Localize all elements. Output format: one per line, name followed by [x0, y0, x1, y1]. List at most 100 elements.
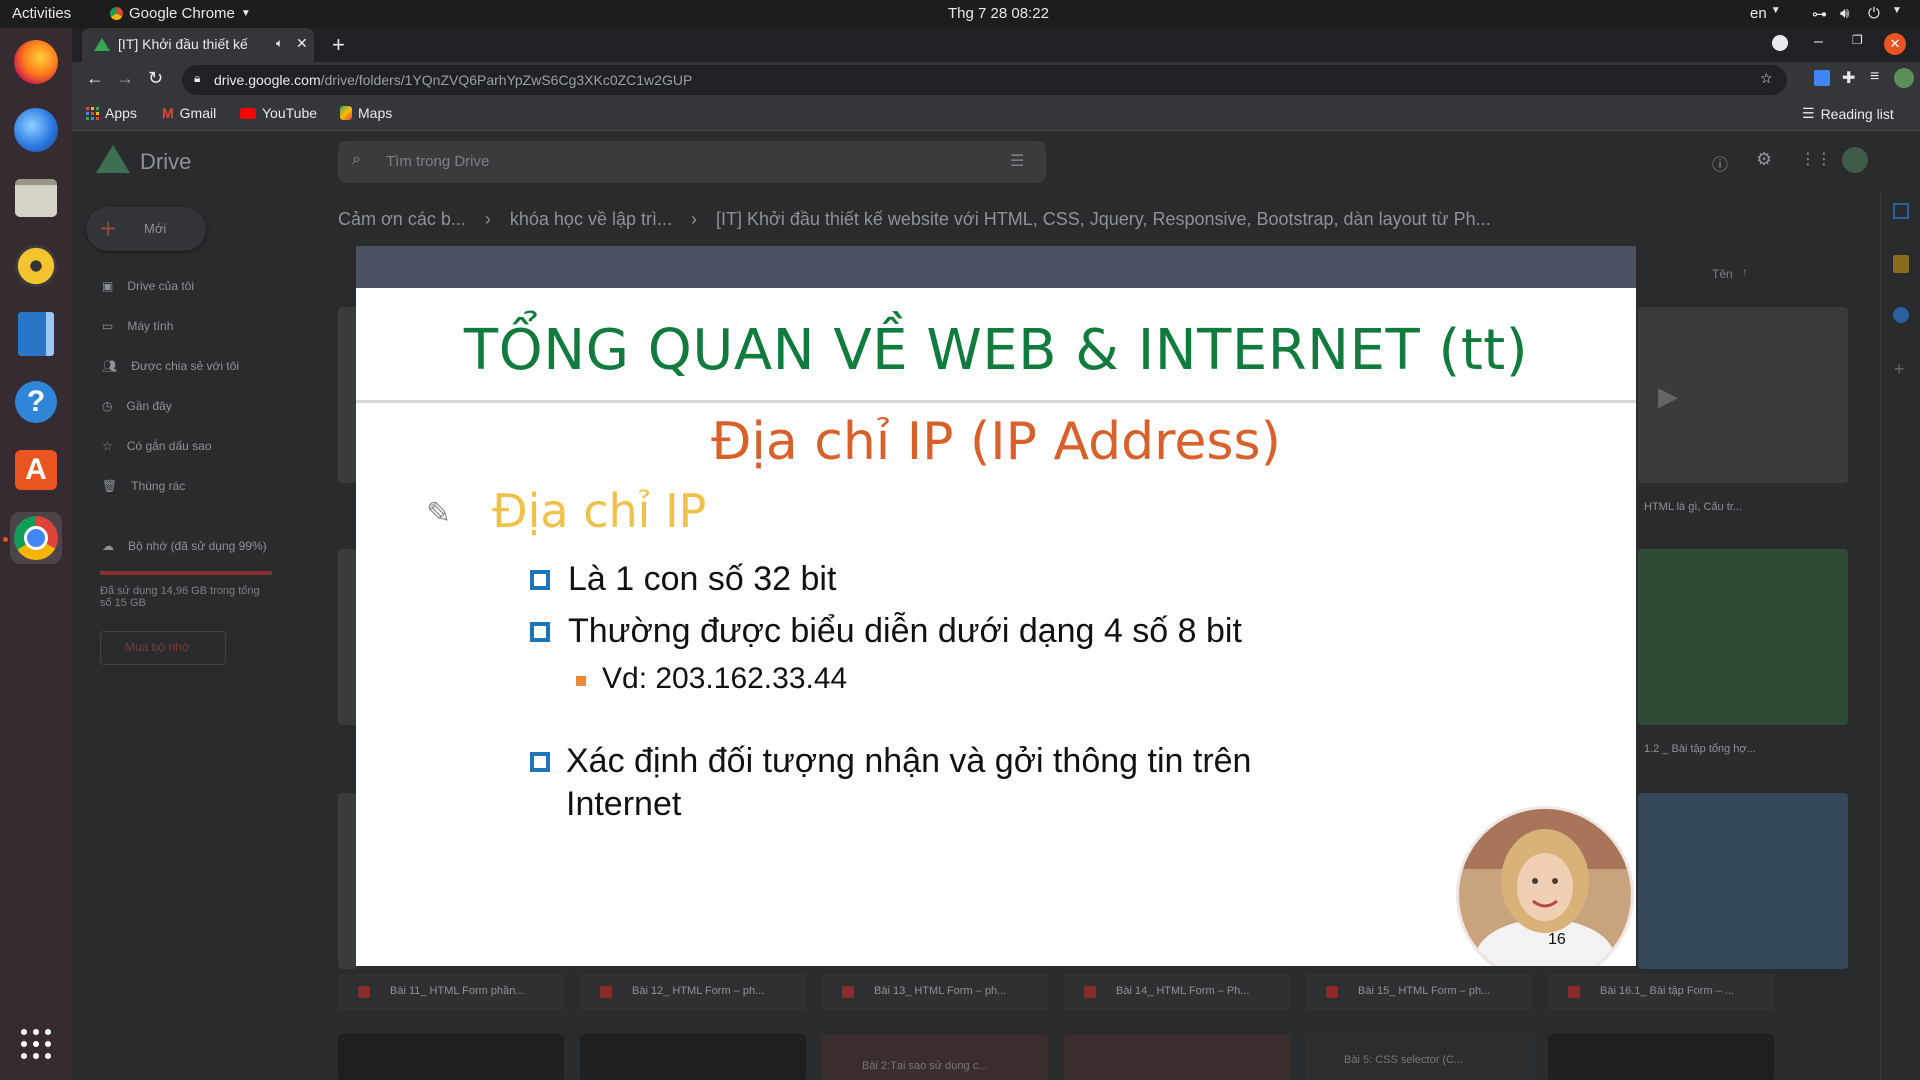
- activities-button[interactable]: Activities: [12, 5, 71, 22]
- breadcrumb: Cảm ơn các b... › khóa học về lập trì...…: [338, 209, 1538, 230]
- chevron-right-icon: ›: [484, 209, 491, 229]
- tab-strip: [IT] Khởi đầu thiết kế 🔈︎ ✕ + – ❐ ✕: [72, 28, 1920, 62]
- bookmark-apps[interactable]: Apps: [86, 105, 137, 121]
- nav-storage[interactable]: ☁ Bộ nhớ (đã sử dụng 99%): [102, 539, 267, 553]
- file-thumbnail[interactable]: [1548, 1034, 1774, 1080]
- translate-extension-icon[interactable]: [1814, 70, 1830, 86]
- chrome-icon[interactable]: [10, 512, 62, 564]
- sub-bullet-square-icon: [576, 676, 586, 686]
- nav-shared-with-me[interactable]: 👥︎ Được chia sẻ với tôi: [102, 359, 239, 373]
- file-thumbnail[interactable]: [1638, 549, 1848, 725]
- back-button[interactable]: ←: [86, 68, 104, 89]
- browser-toolbar: ← → ↻ 🔒︎ drive.google.com/drive/folders/…: [72, 62, 1920, 98]
- close-window-button[interactable]: ✕: [1884, 33, 1906, 55]
- network-icon[interactable]: ⊶: [1812, 5, 1827, 23]
- forward-button[interactable]: →: [116, 68, 134, 89]
- breadcrumb-item-current[interactable]: [IT] Khởi đầu thiết kế website với HTML,…: [716, 209, 1491, 229]
- address-bar[interactable]: 🔒︎ drive.google.com/drive/folders/1YQnZV…: [182, 65, 1787, 95]
- sort-arrow-up-icon[interactable]: ↑: [1742, 265, 1748, 279]
- app-menu[interactable]: Google Chrome ▼: [110, 5, 251, 22]
- search-options-icon[interactable]: ☰: [1010, 151, 1024, 171]
- file-caption[interactable]: HTML là gì, Cấu tr...: [1644, 501, 1742, 513]
- nav-label: Bộ nhớ (đã sử dụng 99%): [128, 539, 267, 553]
- show-applications-icon[interactable]: [10, 1018, 62, 1070]
- url-text: drive.google.com/drive/folders/1YQnZVQ6P…: [214, 72, 692, 88]
- calendar-icon[interactable]: [1893, 203, 1909, 219]
- file-thumbnail[interactable]: [338, 307, 358, 483]
- bookmark-youtube[interactable]: YouTube: [240, 105, 317, 121]
- file-thumbnail[interactable]: Bài 2:Tại sao sử dụng c...: [822, 1034, 1048, 1080]
- minimize-button[interactable]: –: [1814, 33, 1823, 51]
- bookmark-star-icon[interactable]: ☆: [1760, 70, 1773, 87]
- clock-icon: ◷: [102, 399, 113, 413]
- breadcrumb-item[interactable]: Cảm ơn các b...: [338, 209, 466, 229]
- media-control-icon[interactable]: ≡: [1870, 68, 1879, 86]
- tab-drive-folder[interactable]: [IT] Khởi đầu thiết kế 🔈︎ ✕: [82, 28, 314, 62]
- software-center-icon[interactable]: A: [10, 444, 62, 496]
- file-thumbnail[interactable]: [1064, 1034, 1290, 1080]
- add-addon-icon[interactable]: +: [1894, 359, 1905, 380]
- new-tab-button[interactable]: +: [332, 32, 345, 58]
- rhythmbox-icon[interactable]: [10, 240, 62, 292]
- nav-computers[interactable]: ▭ Máy tính: [102, 319, 173, 333]
- pencil-icon: ✎: [426, 497, 452, 530]
- nav-trash[interactable]: 🗑︎ Thùng rác: [102, 479, 185, 493]
- file-caption: Bài 15_ HTML Form – ph...: [1358, 985, 1491, 997]
- libreoffice-writer-icon[interactable]: [10, 308, 62, 360]
- file-card[interactable]: Bài 15_ HTML Form – ph...: [1306, 974, 1532, 1010]
- cloud-icon: ☁: [102, 539, 114, 553]
- dock: ? A: [0, 28, 72, 1080]
- bookmark-maps[interactable]: Maps: [340, 105, 392, 121]
- file-thumbnail[interactable]: [1638, 793, 1848, 969]
- apps-launcher-icon[interactable]: ⋮⋮: [1800, 149, 1832, 169]
- file-card[interactable]: Bài 11_ HTML Form phần...: [338, 974, 564, 1010]
- reading-list-button[interactable]: ☰ Reading list: [1802, 105, 1894, 122]
- language-indicator[interactable]: en ▼: [1750, 5, 1781, 22]
- help-icon[interactable]: ?: [10, 376, 62, 428]
- file-thumbnail[interactable]: [338, 793, 358, 969]
- extensions-puzzle-icon[interactable]: ✚: [1842, 68, 1855, 88]
- file-card[interactable]: Bài 16.1_ Bài tập Form – ...: [1548, 974, 1774, 1010]
- file-card[interactable]: Bài 14_ HTML Form – Ph...: [1064, 974, 1290, 1010]
- nav-recent[interactable]: ◷ Gần đây: [102, 399, 172, 413]
- file-card[interactable]: Bài 13_ HTML Form – ph...: [822, 974, 1048, 1010]
- keep-icon[interactable]: [1893, 255, 1909, 273]
- files-icon[interactable]: [10, 172, 62, 224]
- breadcrumb-item[interactable]: khóa học về lập trì...: [510, 209, 672, 229]
- thunderbird-icon[interactable]: [10, 104, 62, 156]
- bookmark-gmail[interactable]: M Gmail: [162, 105, 216, 121]
- drive-search-box[interactable]: ⌕ Tìm trong Drive ☰: [338, 141, 1046, 183]
- close-tab-icon[interactable]: ✕: [296, 35, 308, 52]
- power-icon[interactable]: ⏻: [1868, 5, 1880, 22]
- maximize-button[interactable]: ❐: [1852, 33, 1863, 47]
- file-card[interactable]: Bài 12_ HTML Form – ph...: [580, 974, 806, 1010]
- firefox-icon[interactable]: [10, 36, 62, 88]
- plus-icon: +: [100, 213, 117, 244]
- chevron-down-icon: ▼: [1770, 5, 1781, 16]
- new-button[interactable]: + Mới: [86, 207, 206, 251]
- tasks-icon[interactable]: [1893, 307, 1909, 323]
- file-thumbnail[interactable]: [580, 1034, 806, 1080]
- video-file-icon: [842, 986, 854, 998]
- file-caption[interactable]: 1.2 _ Bài tập tổng hợ...: [1644, 743, 1756, 755]
- settings-gear-icon[interactable]: ⚙: [1756, 149, 1772, 170]
- sort-name-label[interactable]: Tên: [1712, 267, 1733, 281]
- file-thumbnail[interactable]: Bài 5: CSS selector (C...: [1306, 1034, 1532, 1080]
- storage-detail: Đã sử dụng 14,96 GB trong tổng số 15 GB: [100, 585, 260, 609]
- gmail-icon: M: [162, 105, 174, 121]
- audio-playing-icon[interactable]: 🔈︎: [276, 36, 283, 51]
- tab-search-icon[interactable]: [1772, 35, 1788, 51]
- chevron-down-icon[interactable]: ▼: [1892, 5, 1902, 16]
- reload-button[interactable]: ↻: [148, 68, 163, 89]
- account-avatar[interactable]: [1842, 147, 1868, 173]
- help-icon[interactable]: ⓘ: [1712, 151, 1728, 175]
- volume-icon[interactable]: 🔊︎: [1840, 5, 1849, 22]
- clock[interactable]: Thg 7 28 08:22: [948, 5, 1049, 22]
- nav-starred[interactable]: ☆ Có gắn dấu sao: [102, 439, 212, 453]
- nav-my-drive[interactable]: ▣ Drive của tôi: [102, 279, 194, 293]
- file-caption: Bài 14_ HTML Form – Ph...: [1116, 985, 1250, 997]
- profile-avatar[interactable]: [1894, 68, 1914, 88]
- file-thumbnail[interactable]: [338, 1034, 564, 1080]
- file-thumbnail[interactable]: [338, 549, 358, 725]
- buy-storage-button[interactable]: Mua bộ nhớ: [100, 631, 226, 665]
